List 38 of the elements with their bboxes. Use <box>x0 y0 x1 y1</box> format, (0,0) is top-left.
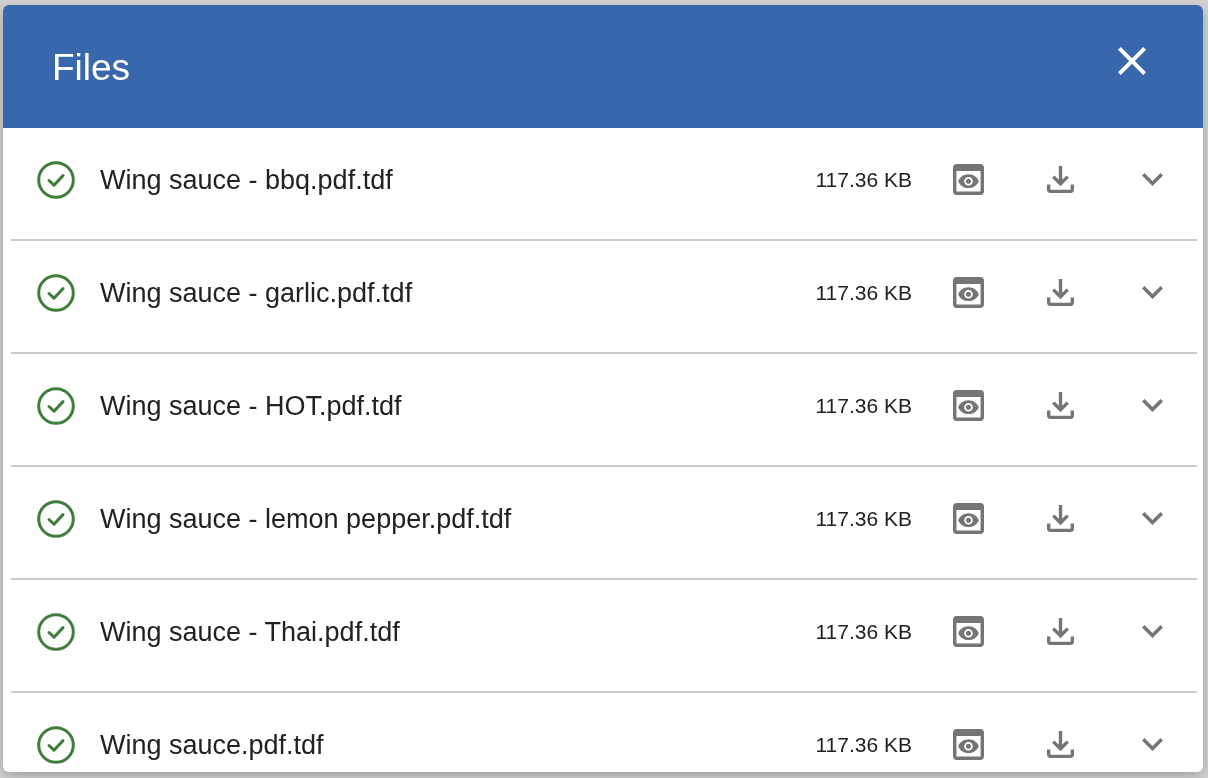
download-icon[interactable] <box>1047 505 1074 532</box>
eye-window-icon[interactable] <box>953 390 984 421</box>
check-circle-icon <box>37 386 75 425</box>
file-name: Wing sauce.pdf.tdf <box>100 728 325 762</box>
file-size: 117.36 KB <box>815 618 912 645</box>
file-name: Wing sauce - HOT.pdf.tdf <box>100 389 403 423</box>
eye-window-icon[interactable] <box>953 164 984 195</box>
download-icon[interactable] <box>1047 392 1074 419</box>
file-name: Wing sauce - garlic.pdf.tdf <box>100 276 414 310</box>
dialog-title: Files <box>52 45 131 90</box>
file-size: 117.36 KB <box>815 166 912 193</box>
chevron-down-icon[interactable] <box>1142 173 1163 186</box>
eye-window-icon[interactable] <box>953 277 984 308</box>
check-circle-icon <box>37 499 75 538</box>
download-icon[interactable] <box>1047 618 1074 645</box>
file-name: Wing sauce - bbq.pdf.tdf <box>100 163 394 197</box>
eye-window-icon[interactable] <box>953 729 984 760</box>
file-size: 117.36 KB <box>815 279 912 306</box>
file-name: Wing sauce - lemon pepper.pdf.tdf <box>100 502 513 536</box>
download-icon[interactable] <box>1047 279 1074 306</box>
chevron-down-icon[interactable] <box>1142 738 1163 751</box>
eye-window-icon[interactable] <box>953 616 984 647</box>
chevron-down-icon[interactable] <box>1142 286 1163 299</box>
file-name: Wing sauce - Thai.pdf.tdf <box>100 615 401 649</box>
download-icon[interactable] <box>1047 166 1074 193</box>
file-size: 117.36 KB <box>815 505 912 532</box>
file-size: 117.36 KB <box>815 731 912 758</box>
chevron-down-icon[interactable] <box>1142 399 1163 412</box>
download-icon[interactable] <box>1047 731 1074 758</box>
close-icon[interactable] <box>1118 46 1146 75</box>
check-circle-icon <box>37 160 75 199</box>
file-size: 117.36 KB <box>815 392 912 419</box>
check-circle-icon <box>37 273 75 312</box>
chevron-down-icon[interactable] <box>1142 512 1163 525</box>
chevron-down-icon[interactable] <box>1142 625 1163 638</box>
eye-window-icon[interactable] <box>953 503 984 534</box>
check-circle-icon <box>37 725 75 764</box>
check-circle-icon <box>37 612 75 651</box>
